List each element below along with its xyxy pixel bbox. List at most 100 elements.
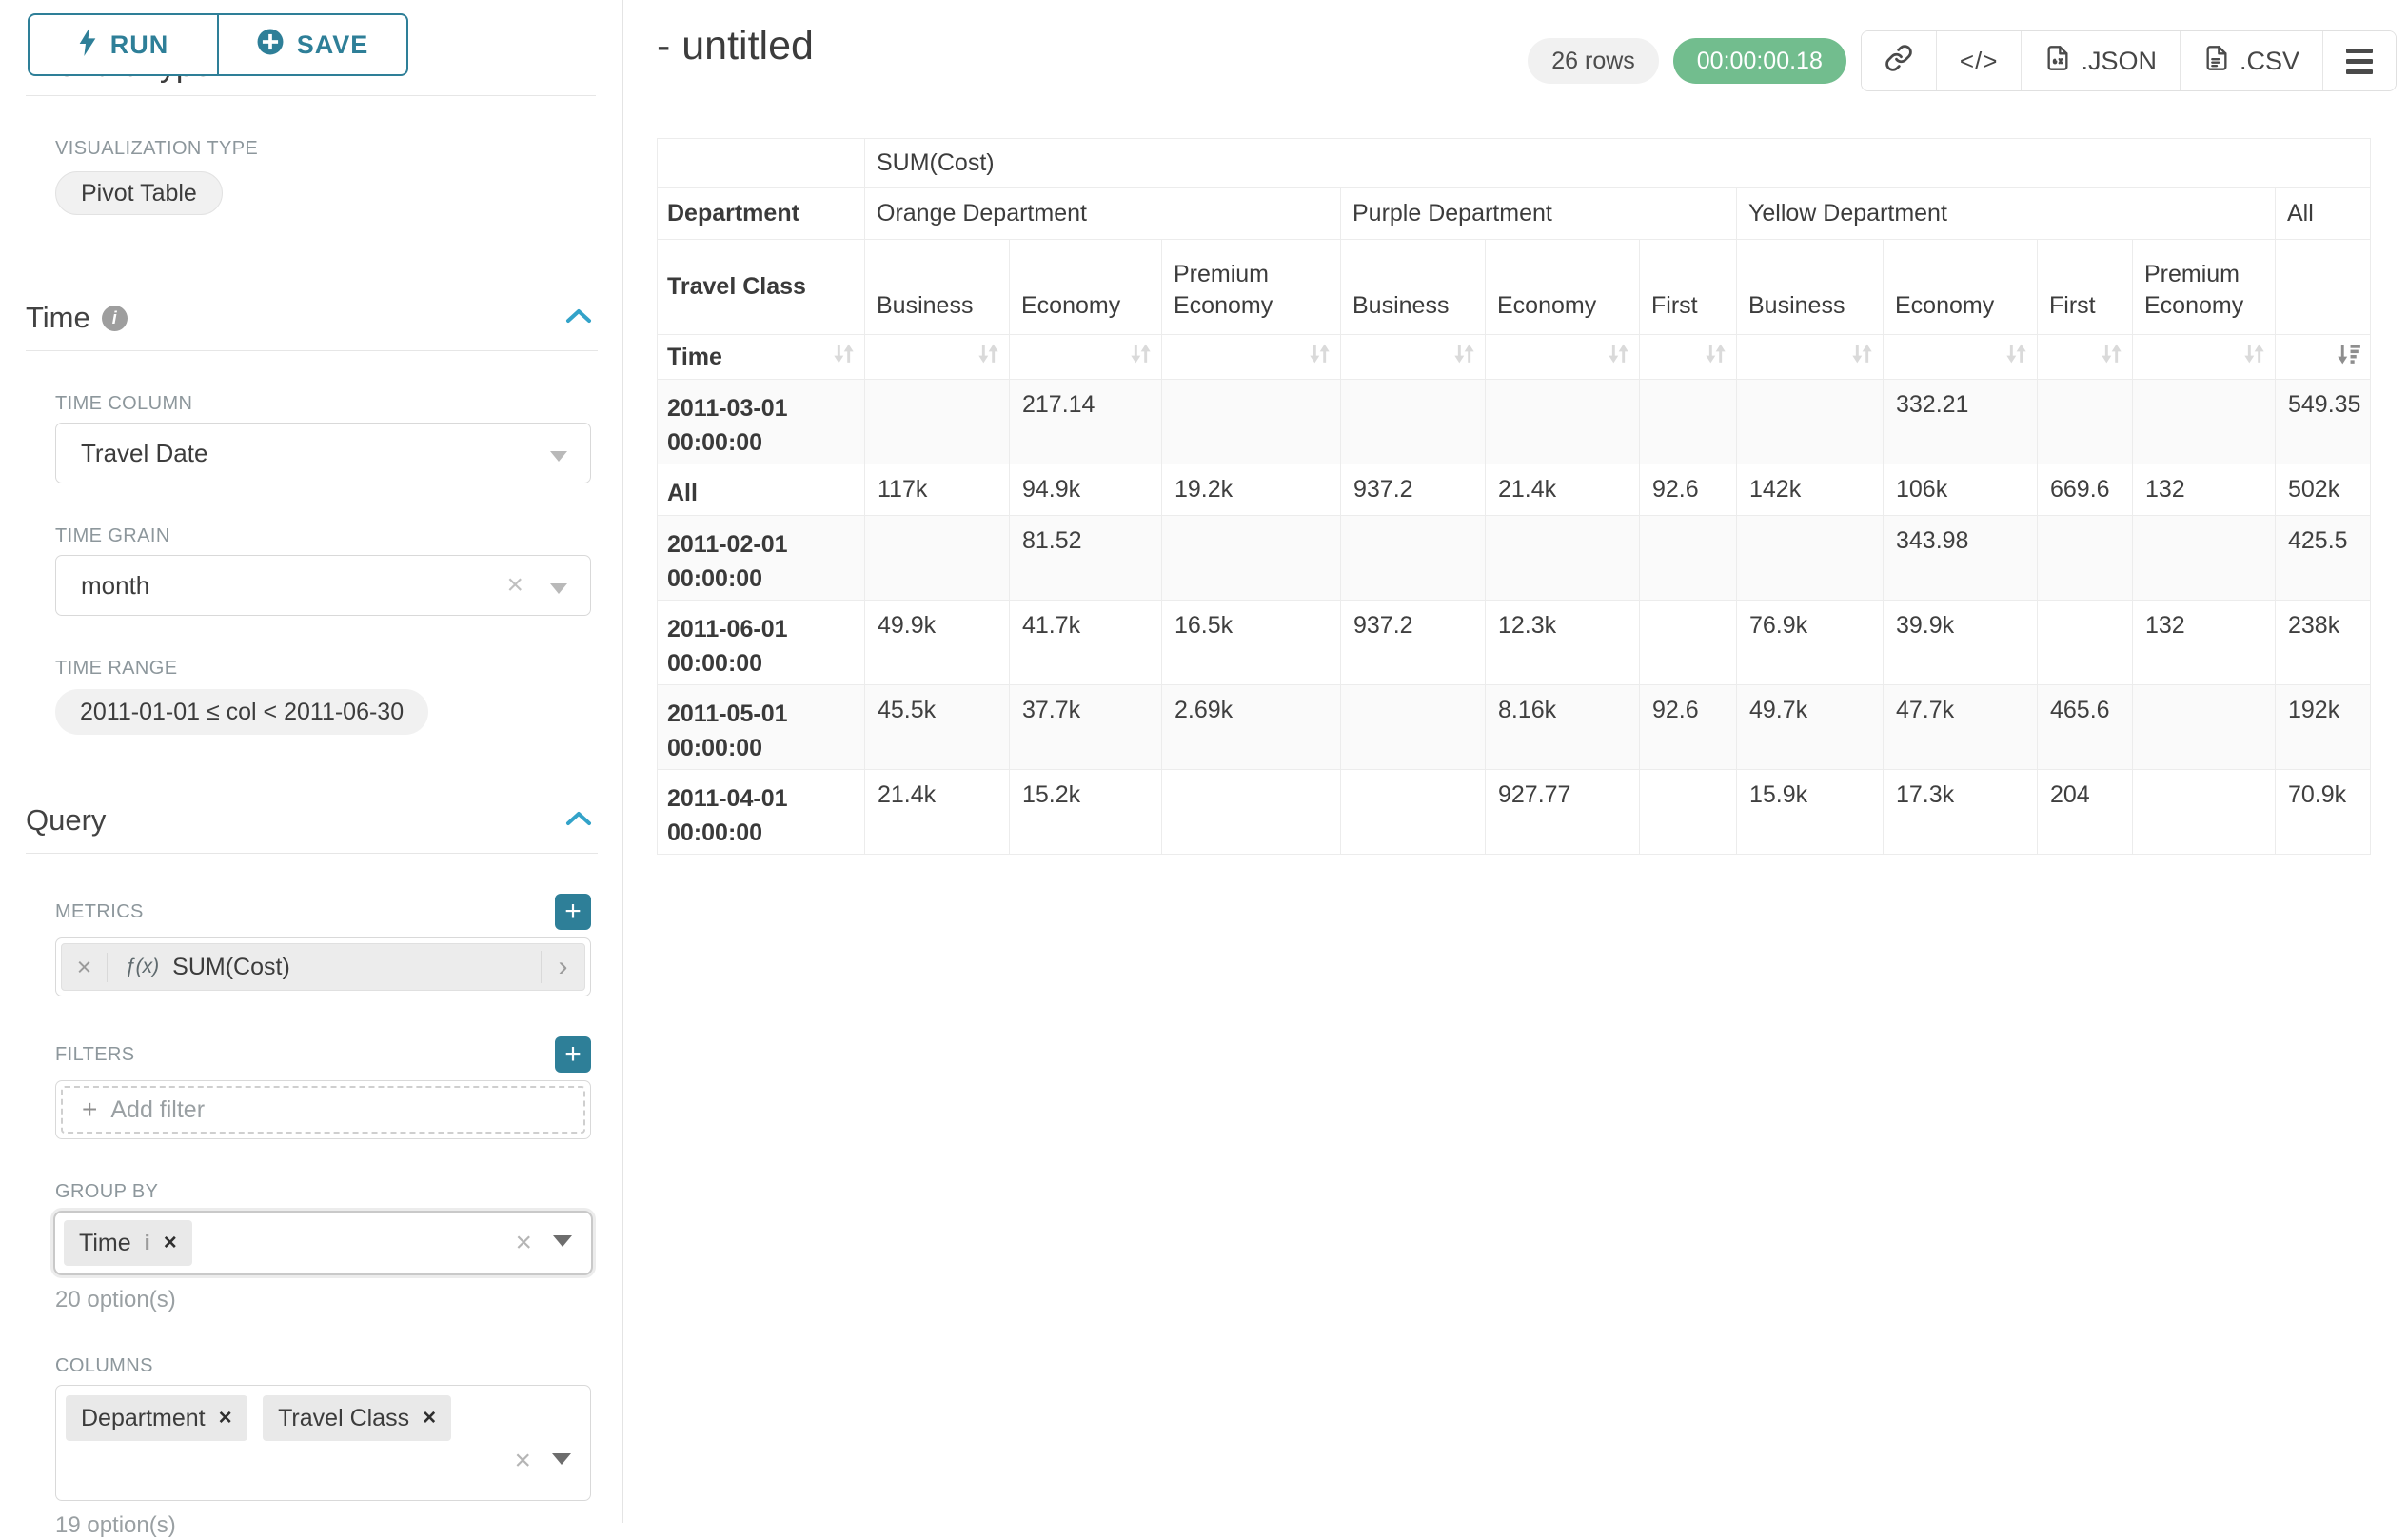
travel-class-header[interactable]: First [1640, 240, 1737, 335]
pivot-cell [1640, 770, 1737, 855]
caret-down-icon[interactable] [553, 1234, 572, 1252]
time-grain-select[interactable]: month × [55, 555, 591, 616]
plus-icon: + [82, 1095, 97, 1125]
pivot-cell [2038, 601, 2133, 685]
pivot-table-container: SUM(Cost)DepartmentOrange DepartmentPurp… [657, 138, 2371, 855]
clear-icon[interactable]: × [514, 1445, 531, 1477]
group-by-options-count: 20 option(s) [55, 1287, 598, 1313]
group-by-select[interactable]: Time i × × [53, 1211, 593, 1275]
column-sort-cell[interactable] [1341, 335, 1486, 380]
sorter [1162, 340, 1340, 374]
menu-button[interactable] [2322, 31, 2396, 90]
sort-icon[interactable] [1451, 340, 1477, 374]
pivot-cell: 465.6 [2038, 685, 2133, 770]
remove-metric-icon[interactable]: × [62, 953, 108, 982]
sort-icon[interactable] [1849, 340, 1875, 374]
add-filter-plus-button[interactable]: + [555, 1036, 591, 1073]
pivot-cell [1341, 685, 1486, 770]
remove-chip-icon[interactable]: × [219, 1405, 232, 1431]
sort-icon[interactable] [831, 340, 857, 374]
info-icon: i [102, 306, 128, 331]
column-sort-cell[interactable] [1737, 335, 1884, 380]
time-axis-label: Time [667, 344, 722, 371]
sort-icon[interactable] [1606, 340, 1631, 374]
pivot-cell: 238k [2276, 601, 2371, 685]
travel-class-header[interactable]: Economy [1010, 240, 1162, 335]
caret-down-icon[interactable] [552, 1452, 571, 1470]
sort-desc-icon[interactable] [2337, 340, 2362, 374]
run-button[interactable]: RUN [28, 13, 218, 76]
run-button-label: RUN [110, 30, 169, 60]
travel-class-header[interactable]: Premium Economy [1162, 240, 1341, 335]
department-group-header[interactable]: Purple Department [1341, 188, 1737, 240]
export-json-button[interactable]: .JSON [2021, 31, 2180, 90]
pivot-cell [1640, 516, 1737, 601]
visualization-type-label: VISUALIZATION TYPE [55, 138, 598, 160]
travel-class-header[interactable]: Business [1341, 240, 1486, 335]
clear-icon[interactable]: × [506, 569, 523, 602]
columns-chip[interactable]: Department × [66, 1395, 247, 1441]
save-button[interactable]: SAVE [218, 13, 408, 76]
caret-down-icon[interactable] [550, 571, 567, 601]
run-save-button-group: RUN SAVE [28, 13, 408, 76]
department-group-header[interactable]: Yellow Department [1737, 188, 2276, 240]
sort-icon[interactable] [1128, 340, 1154, 374]
sort-icon[interactable] [976, 340, 1001, 374]
department-group-header[interactable]: Orange Department [865, 188, 1341, 240]
clear-icon[interactable]: × [515, 1227, 532, 1259]
column-sort-cell[interactable] [1010, 335, 1162, 380]
column-sort-cell[interactable] [2038, 335, 2133, 380]
sort-icon[interactable] [2099, 340, 2124, 374]
chart-pane: - untitled 26 rows 00:00:00.18 </> .JSON… [623, 0, 2408, 1523]
pivot-cell: 16.5k [1162, 601, 1341, 685]
travel-class-header[interactable] [2276, 240, 2371, 335]
group-by-chip[interactable]: Time i × [64, 1220, 192, 1266]
chevron-up-icon[interactable] [563, 306, 594, 330]
time-sort-cell[interactable]: Time [658, 335, 865, 380]
pivot-cell: 669.6 [2038, 464, 2133, 516]
sort-icon[interactable] [2003, 340, 2029, 374]
travel-class-header[interactable]: Economy [1884, 240, 2038, 335]
metric-chip[interactable]: × ƒ(x) SUM(Cost) › [61, 943, 585, 991]
sorter [1737, 340, 1883, 374]
share-link-button[interactable] [1862, 31, 1936, 90]
travel-class-header[interactable]: Business [1737, 240, 1884, 335]
column-sort-cell[interactable] [865, 335, 1010, 380]
add-filter-button[interactable]: + Add filter [61, 1086, 585, 1134]
columns-select[interactable]: Department × Travel Class × × [55, 1385, 591, 1501]
column-sort-cell[interactable] [1162, 335, 1341, 380]
viz-type-pill[interactable]: Pivot Table [55, 171, 223, 215]
department-group-header[interactable]: All [2276, 188, 2371, 240]
travel-class-header[interactable]: Premium Economy [2133, 240, 2276, 335]
columns-chip[interactable]: Travel Class × [263, 1395, 451, 1441]
column-sort-cell[interactable] [1640, 335, 1737, 380]
chevron-right-icon[interactable]: › [541, 951, 584, 983]
sort-icon[interactable] [2241, 340, 2267, 374]
export-button-group: </> .JSON .CSV [1861, 30, 2397, 91]
column-sort-cell[interactable] [2133, 335, 2276, 380]
column-sort-cell[interactable] [2276, 335, 2371, 380]
remove-chip-icon[interactable]: × [423, 1405, 436, 1431]
pivot-cell: 937.2 [1341, 601, 1486, 685]
table-row: 2011-02-01 00:00:0081.52343.98425.5 [658, 516, 2371, 601]
chart-title[interactable]: - untitled [657, 23, 814, 69]
sort-icon[interactable] [1307, 340, 1332, 374]
chevron-up-icon[interactable] [563, 809, 594, 833]
column-sort-cell[interactable] [1486, 335, 1640, 380]
column-sort-cell[interactable] [1884, 335, 2038, 380]
time-column-select[interactable]: Travel Date [55, 423, 591, 483]
export-csv-button[interactable]: .CSV [2180, 31, 2322, 90]
travel-class-header[interactable]: Business [865, 240, 1010, 335]
travel-class-axis-label: Travel Class [658, 240, 865, 335]
pivot-cell [1486, 516, 1640, 601]
time-range-pill[interactable]: 2011-01-01 ≤ col < 2011-06-30 [55, 689, 428, 735]
travel-class-header[interactable]: Economy [1486, 240, 1640, 335]
view-query-button[interactable]: </> [1936, 31, 2022, 90]
pivot-cell [2038, 516, 2133, 601]
add-metric-button[interactable]: + [555, 894, 591, 930]
travel-class-header[interactable]: First [2038, 240, 2133, 335]
caret-down-icon[interactable] [550, 439, 567, 468]
time-column-value: Travel Date [81, 439, 207, 468]
sort-icon[interactable] [1703, 340, 1728, 374]
remove-chip-icon[interactable]: × [164, 1230, 177, 1256]
